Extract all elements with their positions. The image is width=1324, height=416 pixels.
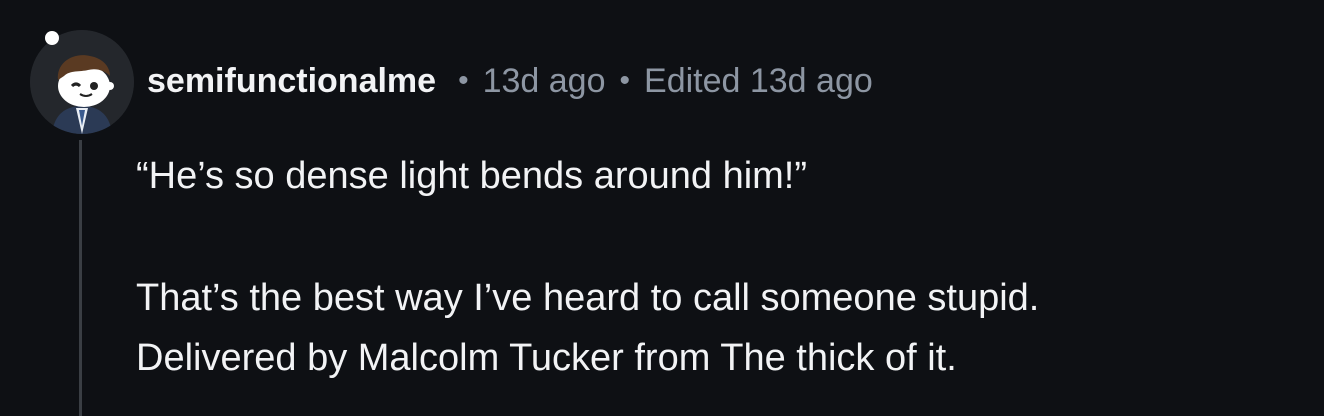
username-link[interactable]: semifunctionalme — [147, 62, 436, 101]
comment-paragraph: Delivered by Malcolm Tucker from The thi… — [136, 337, 957, 379]
separator-dot: • — [619, 64, 631, 97]
comment-header: semifunctionalme • 13d ago • Edited 13d … — [147, 56, 873, 106]
snoo-avatar-icon — [30, 30, 134, 134]
edited-label: Edited 13d ago — [644, 61, 873, 100]
comment-body: “He’s so dense light bends around him!” … — [136, 146, 1039, 388]
comment: semifunctionalme • 13d ago • Edited 13d … — [0, 0, 1324, 416]
comment-paragraph: “He’s so dense light bends around him!” — [136, 155, 808, 197]
avatar[interactable] — [30, 30, 134, 134]
thread-line[interactable] — [79, 140, 82, 416]
comment-paragraph: That’s the best way I’ve heard to call s… — [136, 277, 1040, 319]
separator-dot: • — [458, 64, 469, 97]
timestamp[interactable]: 13d ago — [483, 62, 606, 101]
